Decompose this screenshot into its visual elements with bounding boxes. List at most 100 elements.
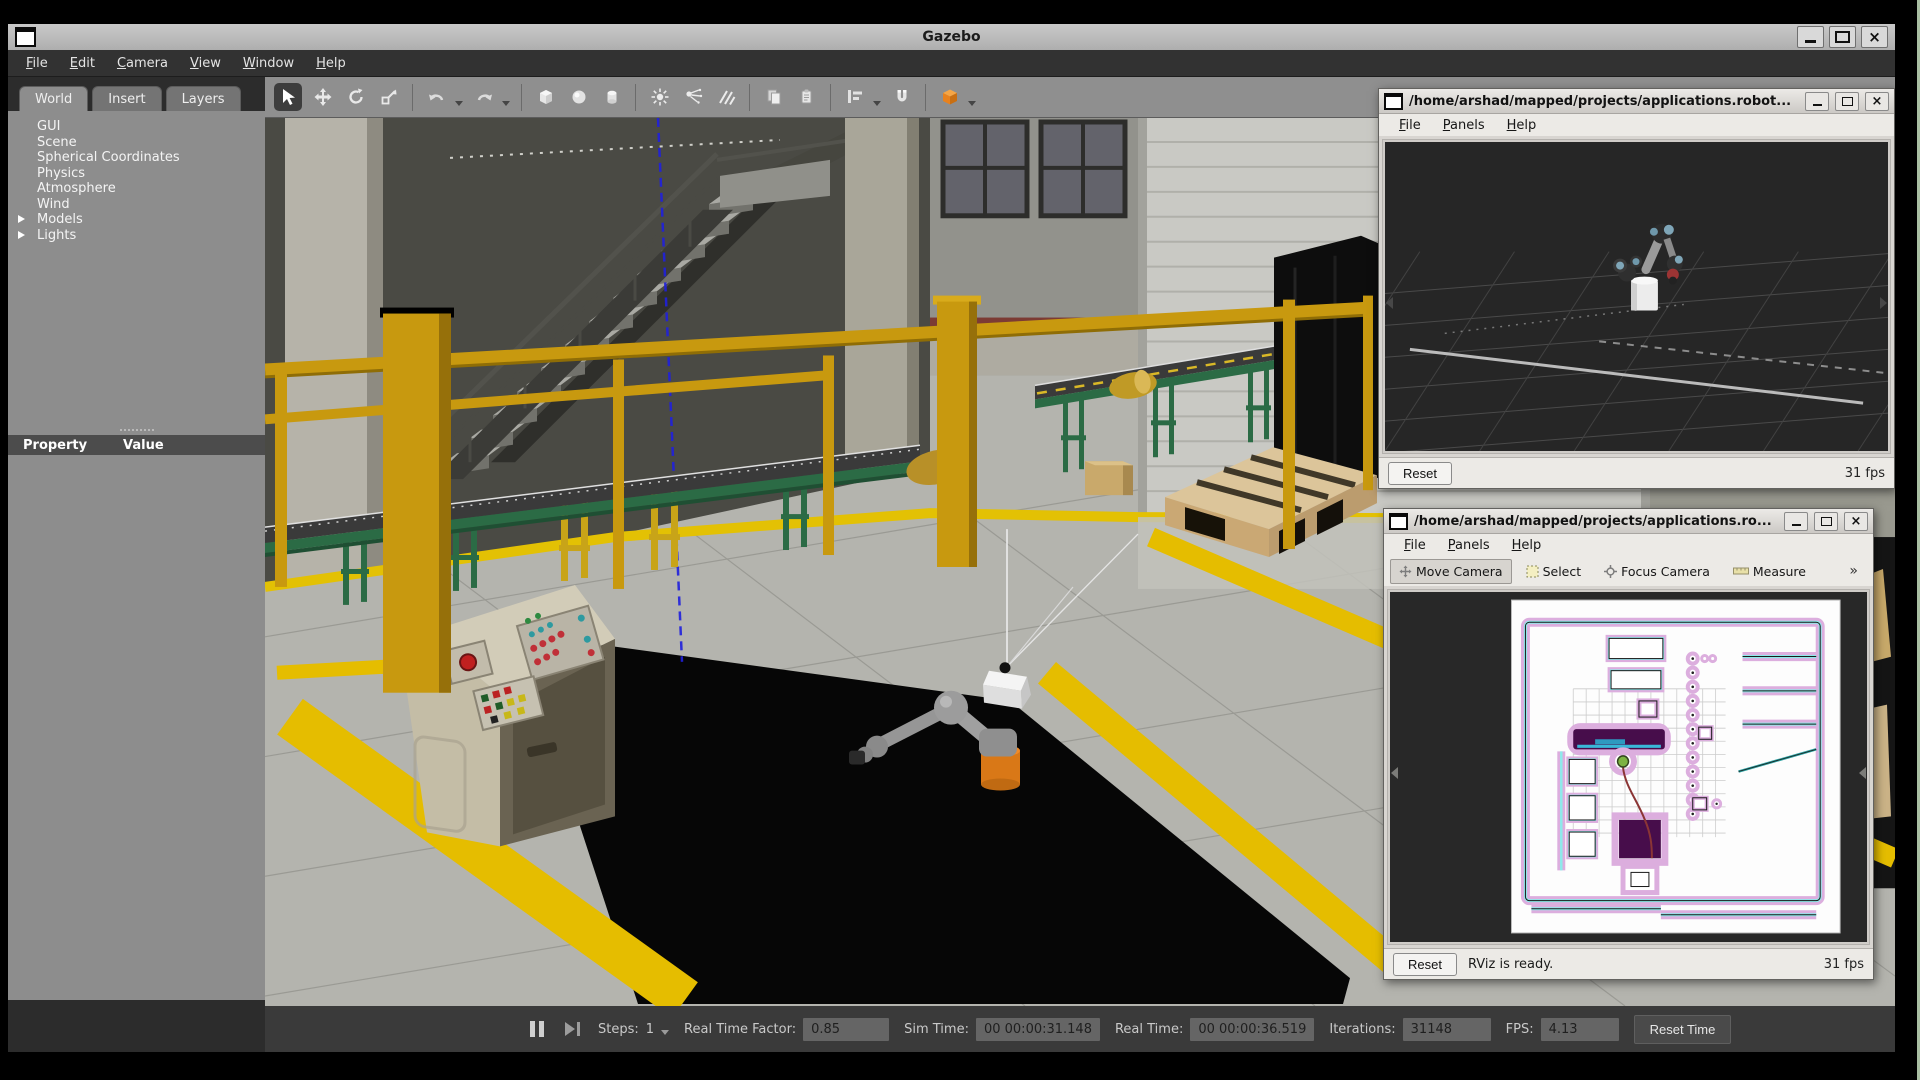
rviz-camera-window[interactable]: /home/arshad/mapped/projects/application… bbox=[1378, 88, 1895, 489]
select-tool[interactable]: Select bbox=[1517, 559, 1591, 584]
tree-item-physics[interactable]: Physics bbox=[8, 166, 265, 182]
menu-help[interactable]: Help bbox=[1496, 117, 1548, 134]
minimize-button[interactable] bbox=[1797, 26, 1824, 48]
pan-left-arrow[interactable] bbox=[1391, 767, 1398, 779]
simulation-bar: Steps: 1 Real Time Factor: 0.85 Sim Time… bbox=[265, 1006, 1895, 1052]
steps-caret-icon[interactable] bbox=[661, 1030, 669, 1035]
fps-counter: 31 fps bbox=[1845, 466, 1885, 481]
panel-splitter[interactable] bbox=[8, 424, 265, 435]
menu-help[interactable]: Help bbox=[305, 53, 357, 74]
menu-camera[interactable]: Camera bbox=[106, 53, 179, 74]
box-tool-icon[interactable] bbox=[533, 85, 558, 110]
expander-icon[interactable] bbox=[18, 215, 25, 223]
sim-time-value: 00 00:00:31.148 bbox=[976, 1018, 1100, 1041]
rviz-map-window[interactable]: /home/arshad/mapped/projects/application… bbox=[1383, 508, 1874, 980]
property-list[interactable] bbox=[8, 455, 265, 1000]
tree-item-atmosphere[interactable]: Atmosphere bbox=[8, 181, 265, 197]
translate-tool-icon[interactable] bbox=[310, 85, 335, 110]
undo-icon[interactable] bbox=[424, 85, 449, 110]
copy-icon[interactable] bbox=[761, 85, 786, 110]
pause-button[interactable] bbox=[527, 1018, 547, 1040]
panel-footer bbox=[8, 1000, 265, 1052]
property-column-label: Property bbox=[8, 438, 123, 453]
spot-light-icon[interactable] bbox=[680, 85, 705, 110]
robot-pose-marker bbox=[1618, 756, 1629, 767]
rviz-map-viewport[interactable] bbox=[1387, 589, 1870, 945]
menu-help[interactable]: Help bbox=[1501, 537, 1553, 554]
move-camera-tool[interactable]: Move Camera bbox=[1390, 559, 1512, 584]
menu-file[interactable]: File bbox=[1388, 117, 1432, 134]
tab-layers[interactable]: Layers bbox=[166, 86, 241, 111]
directional-light-icon[interactable] bbox=[713, 85, 738, 110]
sphere-tool-icon[interactable] bbox=[566, 85, 591, 110]
rviz-status-text: RViz is ready. bbox=[1468, 957, 1553, 972]
tab-insert[interactable]: Insert bbox=[92, 86, 161, 111]
steps-value[interactable]: 1 bbox=[646, 1022, 654, 1037]
menu-panels[interactable]: Panels bbox=[1432, 117, 1496, 134]
tree-item-spherical-coordinates[interactable]: Spherical Coordinates bbox=[8, 150, 265, 166]
align-options-caret[interactable] bbox=[873, 101, 881, 106]
window-icon bbox=[1384, 93, 1403, 110]
maximize-button[interactable] bbox=[1835, 92, 1859, 111]
minimize-button[interactable] bbox=[1784, 512, 1808, 531]
snap-icon[interactable] bbox=[889, 85, 914, 110]
reset-button[interactable]: Reset bbox=[1388, 462, 1452, 485]
reset-button[interactable]: Reset bbox=[1393, 953, 1457, 976]
tab-world[interactable]: World bbox=[19, 86, 88, 111]
minimize-button[interactable] bbox=[1805, 92, 1829, 111]
rviz-camera-titlebar[interactable]: /home/arshad/mapped/projects/application… bbox=[1379, 89, 1894, 114]
point-light-icon[interactable] bbox=[647, 85, 672, 110]
rviz-map-menubar: File Panels Help bbox=[1384, 534, 1873, 556]
window-icon bbox=[1389, 513, 1408, 530]
tree-item-scene[interactable]: Scene bbox=[8, 135, 265, 151]
rviz-camera-menubar: File Panels Help bbox=[1379, 114, 1894, 136]
menu-window[interactable]: Window bbox=[232, 53, 305, 74]
window-menu-icon[interactable] bbox=[15, 27, 36, 47]
reset-time-button[interactable]: Reset Time bbox=[1634, 1015, 1732, 1044]
fps-counter: 31 fps bbox=[1824, 957, 1864, 972]
rviz-map-titlebar[interactable]: /home/arshad/mapped/projects/application… bbox=[1384, 509, 1873, 534]
cardboard-box[interactable] bbox=[1085, 461, 1133, 495]
maximize-button[interactable] bbox=[1814, 512, 1838, 531]
paste-icon[interactable] bbox=[794, 85, 819, 110]
menu-panels[interactable]: Panels bbox=[1437, 537, 1501, 554]
menu-file[interactable]: File bbox=[1393, 537, 1437, 554]
menu-view[interactable]: View bbox=[179, 53, 232, 74]
pan-right-arrow[interactable] bbox=[1859, 767, 1866, 779]
redo-icon[interactable] bbox=[471, 85, 496, 110]
focus-camera-tool[interactable]: Focus Camera bbox=[1595, 559, 1719, 584]
view-angle-icon[interactable] bbox=[937, 85, 962, 110]
undo-history-caret[interactable] bbox=[455, 101, 463, 106]
menu-edit[interactable]: Edit bbox=[59, 53, 106, 74]
cylinder-tool-icon[interactable] bbox=[599, 85, 624, 110]
redo-history-caret[interactable] bbox=[502, 101, 510, 106]
pan-left-arrow[interactable] bbox=[1386, 297, 1393, 309]
close-button[interactable]: × bbox=[1844, 512, 1868, 531]
measure-tool[interactable]: Measure bbox=[1724, 559, 1815, 584]
toolbar-overflow[interactable]: » bbox=[1849, 563, 1867, 579]
menu-file[interactable]: File bbox=[15, 53, 59, 74]
rotate-tool-icon[interactable] bbox=[343, 85, 368, 110]
world-tree: GUI Scene Spherical Coordinates Physics … bbox=[8, 111, 265, 424]
expander-icon[interactable] bbox=[18, 231, 25, 239]
rviz-toolbar: Move Camera Select Focus Camera Measure … bbox=[1384, 556, 1873, 586]
step-button[interactable] bbox=[562, 1019, 583, 1039]
view-angle-caret[interactable] bbox=[968, 101, 976, 106]
maximize-button[interactable] bbox=[1829, 26, 1856, 48]
concrete-pillar-mid[interactable] bbox=[845, 118, 919, 469]
tree-item-models[interactable]: Models bbox=[8, 212, 265, 228]
tree-item-wind[interactable]: Wind bbox=[8, 197, 265, 213]
sim-time-label: Sim Time: bbox=[904, 1022, 969, 1037]
close-button[interactable]: × bbox=[1861, 26, 1888, 48]
close-button[interactable]: × bbox=[1865, 92, 1889, 111]
select-tool-icon[interactable] bbox=[274, 83, 302, 111]
concrete-pillar-left[interactable] bbox=[285, 118, 383, 579]
title-bar[interactable]: Gazebo × bbox=[8, 24, 1895, 50]
rviz-camera-viewport[interactable] bbox=[1382, 139, 1891, 454]
tree-item-gui[interactable]: GUI bbox=[8, 119, 265, 135]
align-icon[interactable] bbox=[842, 85, 867, 110]
scale-tool-icon[interactable] bbox=[376, 85, 401, 110]
pan-right-arrow[interactable] bbox=[1880, 297, 1887, 309]
tree-item-lights[interactable]: Lights bbox=[8, 228, 265, 244]
fps-label: FPS: bbox=[1506, 1022, 1534, 1037]
